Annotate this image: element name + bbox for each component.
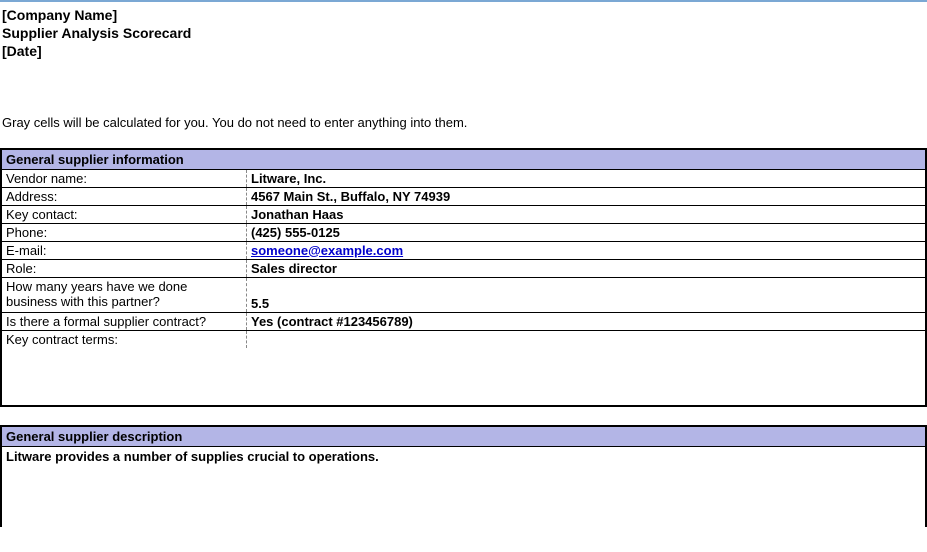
value-phone[interactable]: (425) 555-0125 [247, 224, 925, 241]
description-content[interactable]: Litware provides a number of supplies cr… [2, 447, 925, 527]
table-row: Vendor name: Litware, Inc. [2, 170, 925, 188]
table-row: How many years have we done business wit… [2, 278, 925, 313]
table-row: Address: 4567 Main St., Buffalo, NY 7493… [2, 188, 925, 206]
section-header-info: General supplier information [2, 150, 925, 170]
value-email[interactable]: someone@example.com [247, 242, 925, 259]
table-row: Phone: (425) 555-0125 [2, 224, 925, 242]
value-contract-terms[interactable] [247, 331, 925, 333]
label-vendor-name: Vendor name: [2, 170, 247, 187]
table-row: E-mail: someone@example.com [2, 242, 925, 260]
value-key-contact[interactable]: Jonathan Haas [247, 206, 925, 223]
label-role: Role: [2, 260, 247, 277]
section-spacer [0, 407, 927, 425]
label-years-business: How many years have we done business wit… [2, 278, 247, 312]
table-row: Is there a formal supplier contract? Yes… [2, 313, 925, 331]
value-role[interactable]: Sales director [247, 260, 925, 277]
label-phone: Phone: [2, 224, 247, 241]
label-contract-terms: Key contract terms: [2, 331, 247, 348]
general-supplier-info-section: General supplier information Vendor name… [0, 148, 927, 407]
general-supplier-description-section: General supplier description Litware pro… [0, 425, 927, 527]
instructions-text: Gray cells will be calculated for you. Y… [0, 113, 927, 132]
label-address: Address: [2, 188, 247, 205]
value-formal-contract[interactable]: Yes (contract #123456789) [247, 313, 925, 330]
document-title: Supplier Analysis Scorecard [2, 24, 925, 42]
label-email: E-mail: [2, 242, 247, 259]
value-address[interactable]: 4567 Main St., Buffalo, NY 74939 [247, 188, 925, 205]
document-date: [Date] [2, 42, 925, 60]
value-vendor-name[interactable]: Litware, Inc. [247, 170, 925, 187]
table-row: Key contract terms: [2, 331, 925, 405]
table-row: Role: Sales director [2, 260, 925, 278]
company-name: [Company Name] [2, 6, 925, 24]
value-years-business[interactable]: 5.5 [247, 278, 925, 312]
document-header: [Company Name] Supplier Analysis Scoreca… [0, 2, 927, 65]
label-formal-contract: Is there a formal supplier contract? [2, 313, 247, 330]
section-header-description: General supplier description [2, 427, 925, 447]
table-row: Key contact: Jonathan Haas [2, 206, 925, 224]
label-key-contact: Key contact: [2, 206, 247, 223]
